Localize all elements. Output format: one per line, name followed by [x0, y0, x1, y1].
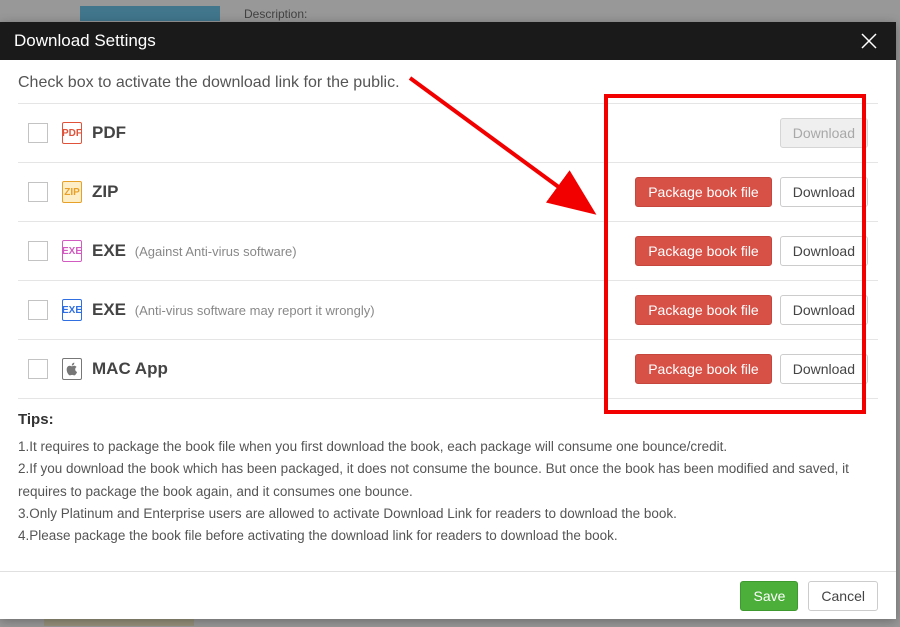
download-button-exe1[interactable]: Download [780, 236, 868, 266]
tip-text: 4.Please package the book file before ac… [18, 525, 878, 547]
tips-section: Tips: 1.It requires to package the book … [18, 411, 878, 547]
download-options-list: PDF PDF Download ZIP ZIP Package book fi… [18, 102, 878, 399]
checkbox-pdf[interactable] [28, 123, 48, 143]
format-label: EXE (Anti-virus software may report it w… [92, 300, 375, 320]
close-button[interactable] [858, 30, 880, 52]
format-label: PDF [92, 123, 126, 143]
option-row-mac: MAC App Package book file Download [18, 340, 878, 399]
download-settings-modal: Download Settings Check box to activate … [0, 22, 896, 619]
option-row-zip: ZIP ZIP Package book file Download [18, 163, 878, 222]
download-button-zip[interactable]: Download [780, 177, 868, 207]
tip-text: 1.It requires to package the book file w… [18, 436, 878, 458]
package-button-zip[interactable]: Package book file [635, 177, 772, 207]
package-button-exe2[interactable]: Package book file [635, 295, 772, 325]
format-note: (Against Anti-virus software) [135, 244, 297, 259]
tips-heading: Tips: [18, 411, 878, 428]
tip-text: 2.If you download the book which has bee… [18, 458, 878, 503]
download-button-mac[interactable]: Download [780, 354, 868, 384]
apple-icon [62, 358, 82, 380]
option-row-pdf: PDF PDF Download [18, 103, 878, 163]
format-note: (Anti-virus software may report it wrong… [135, 303, 375, 318]
format-label: ZIP [92, 182, 118, 202]
cancel-button[interactable]: Cancel [808, 581, 878, 611]
close-icon [859, 31, 879, 51]
tip-text: 3.Only Platinum and Enterprise users are… [18, 503, 878, 525]
checkbox-zip[interactable] [28, 182, 48, 202]
pdf-icon: PDF [62, 122, 82, 144]
checkbox-exe1[interactable] [28, 241, 48, 261]
package-button-exe1[interactable]: Package book file [635, 236, 772, 266]
option-row-exe-against: EXE EXE (Against Anti-virus software) Pa… [18, 222, 878, 281]
save-button[interactable]: Save [740, 581, 798, 611]
exe-icon: EXE [62, 299, 82, 321]
format-label: MAC App [92, 359, 168, 379]
checkbox-mac[interactable] [28, 359, 48, 379]
modal-footer: Save Cancel [0, 571, 896, 619]
modal-body: Check box to activate the download link … [0, 60, 896, 571]
exe-icon: EXE [62, 240, 82, 262]
modal-header: Download Settings [0, 22, 896, 60]
zip-icon: ZIP [62, 181, 82, 203]
instruction-text: Check box to activate the download link … [18, 74, 878, 92]
option-row-exe-wrongly: EXE EXE (Anti-virus software may report … [18, 281, 878, 340]
format-label: EXE (Against Anti-virus software) [92, 241, 297, 261]
download-button-exe2[interactable]: Download [780, 295, 868, 325]
package-button-mac[interactable]: Package book file [635, 354, 772, 384]
modal-title: Download Settings [14, 31, 156, 51]
checkbox-exe2[interactable] [28, 300, 48, 320]
download-button-pdf[interactable]: Download [780, 118, 868, 148]
